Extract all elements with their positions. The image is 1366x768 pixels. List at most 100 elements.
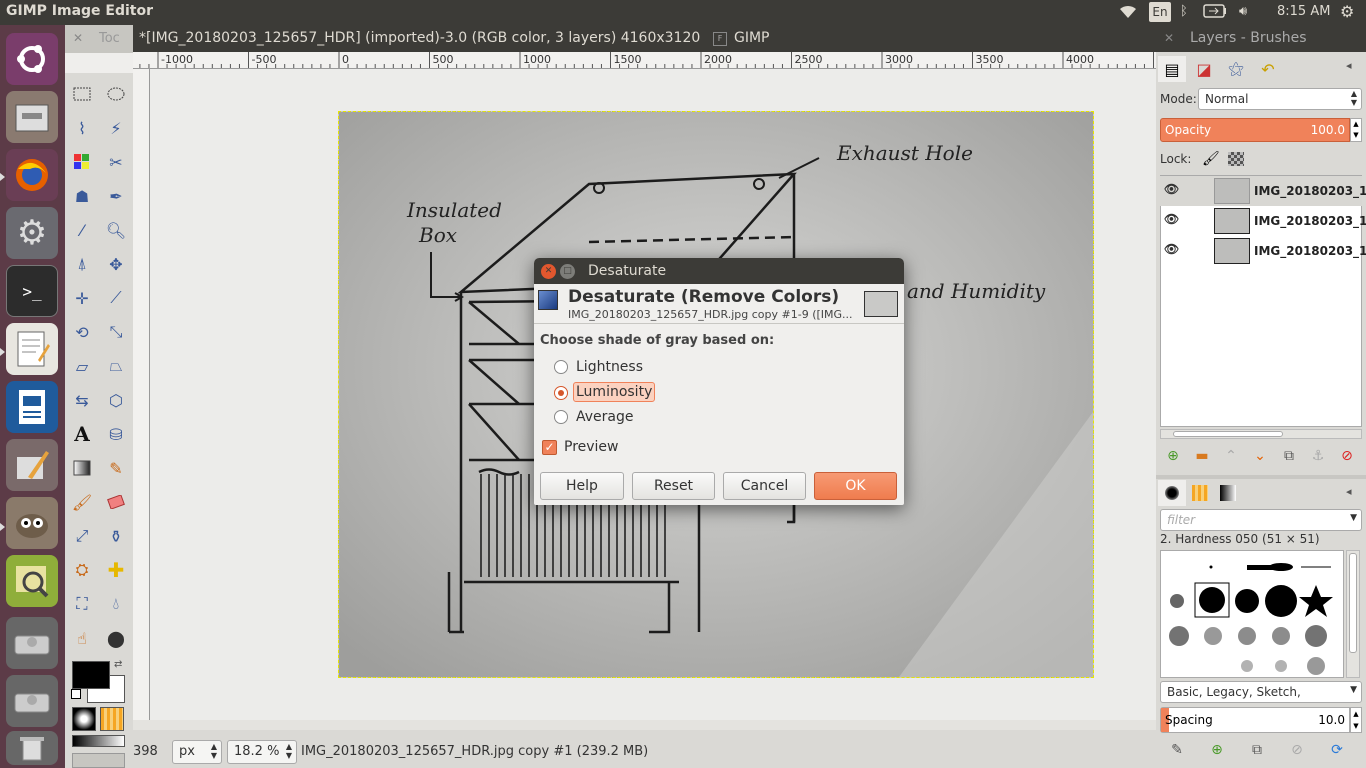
undo-tab-icon[interactable]: ↶	[1254, 56, 1282, 82]
edit-brush-icon[interactable]: ✎	[1166, 739, 1188, 761]
clone-icon[interactable]: ⛭	[70, 558, 94, 582]
vertical-ruler[interactable]	[133, 69, 150, 720]
radio-luminosity[interactable]: Luminosity	[554, 382, 704, 404]
flip-icon[interactable]: ⇆	[70, 388, 94, 412]
radio-circle[interactable]	[554, 410, 568, 424]
move-icon[interactable]: ✥	[104, 252, 128, 276]
align-icon[interactable]: ✛	[70, 286, 94, 310]
brush-grid-scrollbar[interactable]	[1346, 550, 1360, 678]
color-select-icon[interactable]	[70, 150, 94, 174]
brush-filter-input[interactable]: filter ▼	[1160, 509, 1362, 531]
perspective-icon[interactable]: ⏢	[104, 354, 128, 378]
paths-icon[interactable]: ✒	[104, 184, 128, 208]
blend-icon[interactable]	[70, 456, 94, 480]
paths-tab-icon[interactable]: ⚝	[1222, 56, 1250, 82]
brush-indicator[interactable]	[72, 707, 96, 731]
radio-circle[interactable]	[554, 360, 568, 374]
gradients-tab-icon[interactable]	[1214, 480, 1242, 506]
firefox-icon[interactable]	[6, 149, 58, 201]
wifi-icon[interactable]	[1118, 4, 1138, 24]
layers-scrollbar[interactable]	[1160, 429, 1362, 439]
rotate-icon[interactable]: ⟲	[70, 320, 94, 344]
bucket-fill-icon[interactable]: ⛁	[104, 422, 128, 446]
brush-tags-select[interactable]: Basic, Legacy, Sketch, ▼	[1160, 681, 1362, 703]
scissors-icon[interactable]: ✂	[104, 150, 128, 174]
gimp-icon[interactable]	[6, 497, 58, 549]
mode-select[interactable]: Normal ▲ ▼	[1198, 88, 1362, 110]
brushes-tab-icon[interactable]	[1158, 480, 1186, 506]
crop-icon[interactable]: ⟋	[104, 286, 128, 310]
close-icon[interactable]: ✕	[541, 264, 556, 279]
pattern-indicator[interactable]	[100, 707, 124, 731]
keyboard-indicator[interactable]: En	[1149, 2, 1171, 22]
default-colors-icon[interactable]	[71, 689, 81, 699]
lock-pixels-icon[interactable]: 🖌︎	[1202, 151, 1220, 167]
new-layer-icon[interactable]: ⊕	[1162, 445, 1184, 467]
preview-checkbox[interactable]: ✓ Preview	[542, 438, 642, 458]
trash-icon[interactable]	[6, 731, 58, 765]
foreground-color-top[interactable]	[72, 661, 110, 689]
dock-menu-icon[interactable]: ◂	[1346, 485, 1352, 498]
help-button[interactable]: Help	[540, 472, 624, 500]
toolbox-tab[interactable]: ✕ Toc	[65, 25, 133, 53]
brush-grid[interactable]	[1160, 550, 1344, 678]
scale-icon[interactable]: ⤡	[104, 320, 128, 344]
layer-row[interactable]: 👁︎ IMG_20180203_125	[1160, 236, 1366, 266]
opacity-spinner[interactable]: ▲ ▼	[1350, 118, 1362, 142]
duplicate-layer-icon[interactable]: ⧉	[1278, 445, 1300, 467]
fuzzy-select-icon[interactable]: ⚡	[104, 116, 128, 140]
eye-icon[interactable]: 👁︎	[1164, 182, 1179, 196]
patterns-tab-icon[interactable]	[1186, 480, 1214, 506]
cancel-button[interactable]: Cancel	[723, 472, 806, 500]
zoom-select[interactable]: 18.2 % ▲ ▼	[227, 740, 297, 764]
terminal-icon[interactable]: >_	[6, 265, 58, 317]
heal-icon[interactable]: ✚	[104, 558, 128, 582]
opacity-slider[interactable]: Opacity 100.0	[1160, 118, 1350, 142]
lock-alpha-icon[interactable]	[1228, 152, 1244, 166]
duplicate-brush-icon[interactable]: ⧉	[1246, 739, 1268, 761]
pencil-icon[interactable]: ✎	[104, 456, 128, 480]
radio-lightness[interactable]: Lightness	[554, 358, 704, 378]
channels-tab-icon[interactable]: ◪	[1190, 56, 1218, 82]
maximize-icon[interactable]: □	[560, 264, 575, 279]
ok-button[interactable]: OK	[814, 472, 897, 500]
radio-circle-selected[interactable]	[554, 386, 568, 400]
text-tool-icon[interactable]: A	[70, 422, 94, 446]
refresh-brushes-icon[interactable]: ⟳	[1326, 739, 1348, 761]
delete-layer-icon[interactable]: ⊘	[1336, 445, 1358, 467]
text-editor-icon[interactable]	[6, 323, 58, 375]
paintbrush-icon[interactable]: 🖌︎	[70, 490, 94, 514]
close-icon[interactable]: ✕	[1164, 31, 1174, 45]
zoom-icon[interactable]: 🔍︎	[104, 218, 128, 242]
reset-button[interactable]: Reset	[632, 472, 715, 500]
layers-tab-icon[interactable]: ▤	[1158, 56, 1186, 82]
checkbox-box[interactable]: ✓	[542, 440, 557, 455]
rect-select-icon[interactable]	[70, 82, 94, 106]
raise-layer-icon[interactable]: ⌃	[1220, 445, 1242, 467]
delete-brush-icon[interactable]: ⊘	[1286, 739, 1308, 761]
lower-layer-icon[interactable]: ⌄	[1249, 445, 1271, 467]
horizontal-scrollbar[interactable]	[133, 720, 1156, 730]
battery-icon[interactable]	[1203, 4, 1227, 22]
dock-menu-icon[interactable]: ◂	[1346, 59, 1352, 72]
anchor-icon[interactable]: ⚓	[1307, 445, 1329, 467]
ellipse-select-icon[interactable]	[104, 82, 128, 106]
volume-icon[interactable]: 🔊︎	[1239, 4, 1247, 19]
files-icon[interactable]	[6, 91, 58, 143]
horizontal-ruler[interactable]: -1000 -500 0 500 1000 1500 2000 2500 3000 3500 400…	[133, 52, 1156, 69]
cage-icon[interactable]: ⬡	[104, 388, 128, 412]
swap-colors-icon[interactable]: ⇄	[114, 659, 122, 670]
bluetooth-icon[interactable]: ᛒ	[1180, 4, 1188, 19]
airbrush-icon[interactable]: ⤢	[70, 524, 94, 548]
perspective-clone-icon[interactable]: ⛶	[70, 592, 94, 616]
eye-icon[interactable]: 👁︎	[1164, 212, 1179, 226]
color-picker-icon[interactable]: ⁄	[70, 218, 94, 242]
blur-icon[interactable]: 💧︎	[104, 592, 128, 616]
eye-icon[interactable]: 👁︎	[1164, 242, 1179, 256]
smudge-icon[interactable]: ☝	[70, 626, 94, 650]
ubuntu-dash-icon[interactable]	[6, 33, 58, 85]
paint-icon[interactable]	[6, 439, 58, 491]
new-group-icon[interactable]: ▬	[1191, 445, 1213, 467]
unit-select[interactable]: px ▲ ▼	[172, 740, 222, 764]
gradient-indicator[interactable]	[72, 735, 125, 747]
